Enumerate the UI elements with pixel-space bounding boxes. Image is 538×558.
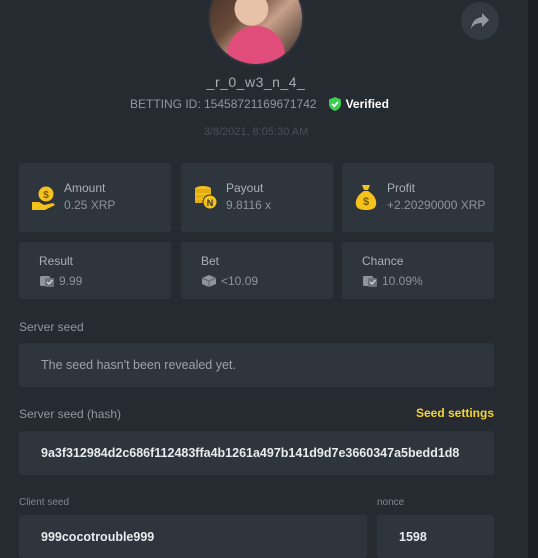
money-bag-icon: $: [355, 185, 377, 210]
chance-label: Chance: [362, 254, 404, 268]
dice-icon: [201, 275, 217, 287]
verified-check-icon: [328, 97, 341, 111]
result-card: Result 9.99: [19, 242, 171, 299]
nonce-label: nonce: [377, 497, 405, 508]
result-value: 9.99: [59, 274, 83, 288]
scrollbar-track[interactable]: [528, 0, 538, 558]
payout-value: 9.8116 x: [226, 198, 272, 212]
server-seed-label: Server seed: [19, 320, 84, 334]
coin-stack-icon: N: [195, 186, 218, 210]
nonce-field[interactable]: 1598: [377, 515, 494, 558]
svg-text:$: $: [363, 196, 369, 208]
bet-card: Bet <10.09: [181, 242, 333, 299]
profit-card: $ Profit +2.20290000 XRP: [342, 163, 494, 232]
bet-label: Bet: [201, 254, 220, 268]
chance-value: 10.09%: [382, 274, 423, 288]
share-icon: [471, 13, 489, 29]
username: _r_0_w3_n_4_: [206, 74, 306, 90]
bet-value: <10.09: [221, 274, 259, 288]
amount-card: $ Amount 0.25 XRP: [19, 163, 171, 232]
dice-icon: [40, 276, 54, 287]
chance-card: Chance 10.09%: [342, 242, 494, 299]
server-seed-hash-label: Server seed (hash): [19, 407, 122, 421]
share-button[interactable]: [461, 2, 499, 40]
betting-id: BETTING ID: 15458721169671742: [130, 97, 317, 111]
betting-id-line: BETTING ID: 15458721169671742 Verified: [130, 96, 389, 112]
verified-badge: Verified: [327, 96, 389, 112]
payout-card: N Payout 9.8116 x: [181, 163, 333, 232]
profit-value: +2.20290000 XRP: [387, 198, 486, 212]
server-seed-field: The seed hasn't been revealed yet.: [19, 343, 494, 387]
coin-hand-icon: $: [32, 186, 55, 210]
dice-icon: [363, 276, 377, 287]
profit-label: Profit: [387, 181, 416, 195]
client-seed-label: Client seed: [19, 497, 70, 508]
amount-label: Amount: [64, 181, 106, 195]
bet-date: 3/8/2021, 8:05:30 AM: [203, 126, 309, 138]
svg-text:$: $: [43, 190, 49, 201]
client-seed-field[interactable]: 999cocotrouble999: [19, 515, 367, 558]
result-label: Result: [39, 254, 74, 268]
server-seed-hash-field[interactable]: 9a3f312984d2c686f112483ffa4b1261a497b141…: [19, 431, 494, 475]
avatar: [208, 0, 304, 66]
seed-settings-link[interactable]: Seed settings: [380, 406, 494, 420]
amount-value: 0.25 XRP: [64, 198, 116, 212]
verified-label: Verified: [345, 97, 389, 111]
svg-text:N: N: [207, 198, 214, 208]
payout-label: Payout: [226, 181, 264, 195]
